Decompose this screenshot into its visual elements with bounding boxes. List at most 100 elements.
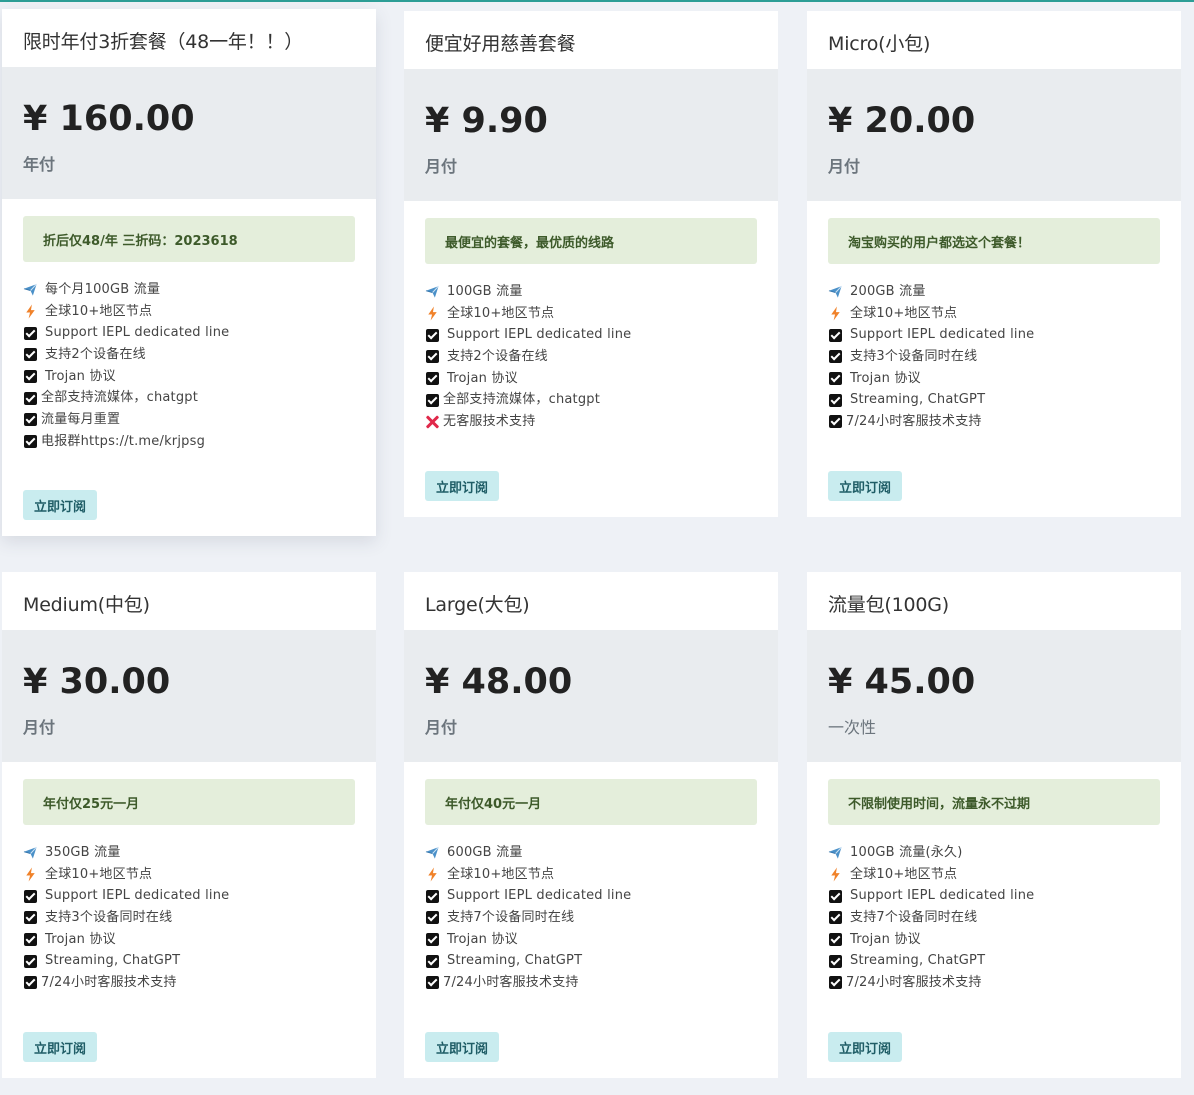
feature-item: Streaming, ChatGPT (828, 950, 1160, 972)
feature-text: Streaming, ChatGPT (850, 953, 986, 969)
feature-list: 每个月100GB 流量 全球10+地区节点 Support IEPL dedicat… (23, 279, 355, 453)
feature-item: 流量每月重置 (23, 409, 355, 431)
feature-text: Support IEPL dedicated line (447, 327, 632, 343)
plan-price: ¥ 160.00 (23, 99, 195, 139)
plan-body: 淘宝购买的用户都选这个套餐！ 200GB 流量 全球10+地区节点 Support I… (807, 201, 1181, 433)
feature-item: Support IEPL dedicated line (828, 324, 1160, 346)
check-icon (426, 350, 439, 364)
feature-list: 200GB 流量 全球10+地区节点 Support IEPL dedicated … (828, 281, 1160, 433)
plan-body: 不限制使用时间，流量永不过期 100GB 流量(永久) 全球10+地区节点 Suppo… (807, 762, 1181, 994)
subscribe-button[interactable]: 立即订阅 (23, 490, 97, 520)
promo-note: 淘宝购买的用户都选这个套餐！ (828, 218, 1160, 264)
feature-text: Support IEPL dedicated line (447, 888, 632, 904)
check-icon (24, 435, 37, 449)
feature-item: 7/24小时客服技术支持 (828, 411, 1160, 433)
feature-item: 7/24小时客服技术支持 (828, 972, 1160, 994)
plan-body: 最便宜的套餐，最优质的线路 100GB 流量 全球10+地区节点 Support IE… (404, 201, 778, 433)
feature-item: 每个月100GB 流量 (23, 279, 355, 301)
check-icon (829, 350, 842, 364)
feature-item: 支持2个设备在线 (23, 344, 355, 366)
feature-text: Streaming, ChatGPT (850, 392, 986, 408)
lightning-icon (23, 867, 38, 882)
feature-text: 全部支持流媒体，chatgpt (443, 392, 601, 408)
feature-item: Streaming, ChatGPT (23, 950, 355, 972)
plan-body: 折后仅48/年 三折码：2023618 每个月100GB 流量 全球10+地区节点 S… (2, 199, 376, 453)
feature-item: 支持7个设备同时在线 (425, 907, 757, 929)
plan-card: 限时年付3折套餐（48一年！！） ¥ 160.00 年付折后仅48/年 三折码：20… (2, 9, 376, 536)
plan-title: 流量包(100G) (828, 594, 950, 616)
plan-title: Large(大包) (425, 594, 530, 616)
promo-note: 不限制使用时间，流量永不过期 (828, 779, 1160, 825)
plan-grid: 限时年付3折套餐（48一年！！） ¥ 160.00 年付折后仅48/年 三折码：20… (0, 0, 1194, 1095)
promo-note: 最便宜的套餐，最优质的线路 (425, 218, 757, 264)
check-icon (426, 393, 439, 407)
check-icon (829, 933, 842, 947)
lightning-icon (425, 867, 440, 882)
subscribe-button[interactable]: 立即订阅 (425, 471, 499, 501)
plane-icon (828, 284, 843, 299)
feature-item: 全球10+地区节点 (425, 864, 757, 886)
check-icon (829, 328, 842, 342)
feature-text: 支持2个设备在线 (45, 347, 146, 363)
subscribe-button[interactable]: 立即订阅 (23, 1032, 97, 1062)
feature-text: 600GB 流量 (447, 845, 523, 860)
feature-item: Support IEPL dedicated line (425, 324, 757, 346)
feature-text: 支持7个设备同时在线 (447, 910, 575, 926)
plan-title: 限时年付3折套餐（48一年！！） (23, 31, 304, 53)
plan-price: ¥ 30.00 (23, 662, 171, 702)
check-icon (829, 889, 842, 903)
feature-item: 100GB 流量 (425, 281, 757, 303)
check-icon (829, 372, 842, 386)
plan-title: Medium(中包) (23, 594, 150, 616)
feature-item: Trojan 协议 (828, 368, 1160, 390)
feature-text: 全球10+地区节点 (45, 866, 153, 882)
feature-item: Support IEPL dedicated line (828, 885, 1160, 907)
feature-text: 全球10+地区节点 (45, 303, 153, 319)
check-icon (829, 911, 842, 925)
feature-list: 350GB 流量 全球10+地区节点 Support IEPL dedicated … (23, 842, 355, 994)
price-section: ¥ 48.00 月付 (404, 630, 778, 762)
price-section: ¥ 160.00 年付 (2, 67, 376, 199)
check-icon (426, 933, 439, 947)
feature-text: 全球10+地区节点 (447, 866, 555, 882)
feature-text: 200GB 流量 (850, 284, 926, 299)
check-icon (24, 933, 37, 947)
feature-item: 全球10+地区节点 (23, 864, 355, 886)
feature-item: Trojan 协议 (425, 368, 757, 390)
check-icon (426, 976, 439, 990)
feature-item: 支持3个设备同时在线 (828, 346, 1160, 368)
feature-item: Trojan 协议 (828, 929, 1160, 951)
check-icon (24, 954, 37, 968)
feature-list: 600GB 流量全球10+地区节点 Support IEPL dedicated … (425, 842, 757, 994)
feature-item: 100GB 流量(永久) (828, 842, 1160, 864)
feature-text: 350GB 流量 (45, 845, 121, 860)
feature-text: 无客服技术支持 (443, 414, 536, 430)
check-icon (426, 372, 439, 386)
feature-text: 7/24小时客服技术支持 (846, 414, 982, 430)
feature-text: 支持7个设备同时在线 (850, 910, 978, 926)
plan-title: Micro(小包) (828, 33, 931, 55)
subscribe-button[interactable]: 立即订阅 (828, 1032, 902, 1062)
feature-item: 全球10+地区节点 (828, 864, 1160, 886)
lightning-icon (23, 304, 38, 319)
lightning-icon (828, 867, 843, 882)
feature-text: 7/24小时客服技术支持 (846, 975, 982, 991)
check-icon (24, 976, 37, 990)
plane-icon (828, 845, 843, 860)
subscribe-button[interactable]: 立即订阅 (828, 471, 902, 501)
billing-period: 一次性 (828, 718, 877, 737)
check-icon (24, 348, 37, 362)
feature-item: 全部支持流媒体，chatgpt (425, 389, 757, 411)
promo-note: 折后仅48/年 三折码：2023618 (23, 216, 355, 262)
check-icon (24, 911, 37, 925)
feature-text: Trojan 协议 (850, 370, 921, 386)
subscribe-button[interactable]: 立即订阅 (425, 1032, 499, 1062)
billing-period: 月付 (828, 157, 861, 176)
feature-text: Trojan 协议 (850, 931, 921, 947)
feature-item: 7/24小时客服技术支持 (23, 972, 355, 994)
feature-item: 350GB 流量 (23, 842, 355, 864)
feature-item: Streaming, ChatGPT (425, 950, 757, 972)
feature-text: Trojan 协议 (45, 931, 116, 947)
check-icon (829, 415, 842, 429)
feature-item: 7/24小时客服技术支持 (425, 972, 757, 994)
